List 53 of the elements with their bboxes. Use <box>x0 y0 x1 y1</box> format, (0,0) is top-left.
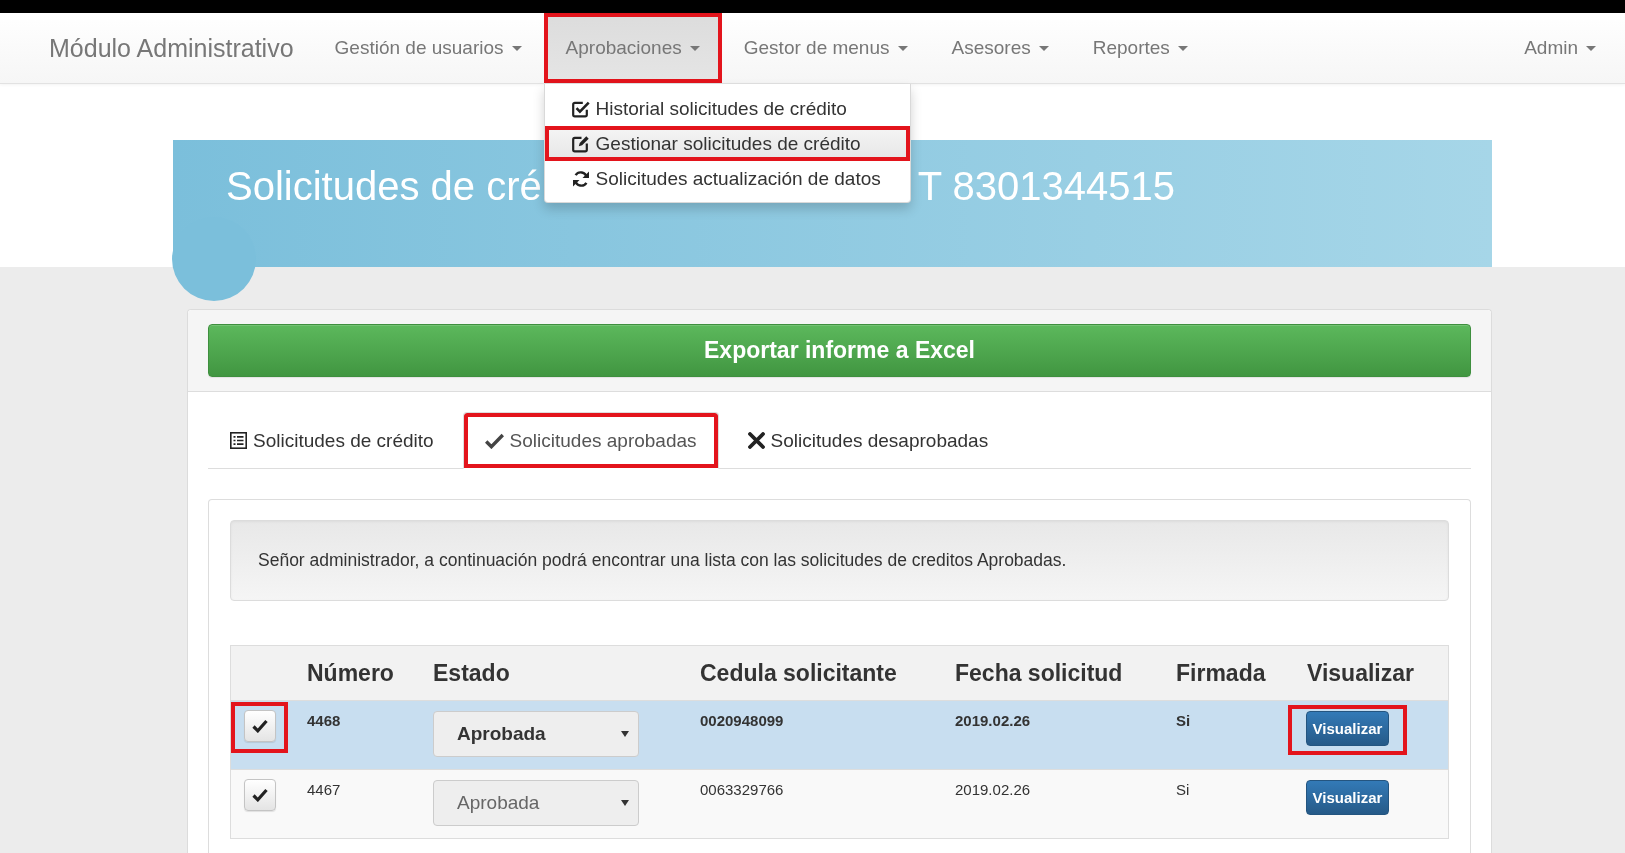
table-cell-text: 2019.02.26 <box>955 780 1032 799</box>
table-cell-text: 2019.02.26 <box>955 711 1032 730</box>
caret-icon <box>689 45 700 51</box>
nav-menu-item[interactable]: Gestor de menus <box>721 13 930 83</box>
caret-icon <box>621 800 629 806</box>
nav-menu-item[interactable]: Asesores <box>929 13 1071 83</box>
nav-menu-item[interactable]: Aprobaciones <box>543 13 722 83</box>
tab[interactable]: Solicitudes desaprobadas <box>725 412 1011 469</box>
table-cell-text: Si <box>1176 780 1191 799</box>
check-icon <box>252 788 268 802</box>
refresh-icon <box>571 169 590 188</box>
cross-icon <box>747 432 765 449</box>
column-header: Fecha solicitud <box>955 659 1124 687</box>
table-cell-text: 0020948099 <box>700 711 785 730</box>
view-button[interactable]: Visualizar <box>1306 711 1389 746</box>
check-icon <box>484 432 504 449</box>
check-square-icon <box>571 99 590 118</box>
table-cell-text: 4467 <box>307 780 342 799</box>
table-cell-text: 0063329766 <box>700 780 785 799</box>
dropdown-item[interactable]: Solicitudes actualización de datos <box>544 161 910 196</box>
caret-icon <box>1586 45 1596 51</box>
info-message: Señor administrador, a continuación podrá encontrar una lista con las solicitudes de creditos Aprobadas. <box>230 520 1449 601</box>
caret-icon <box>511 45 522 51</box>
table-cell-text: 4468 <box>307 711 342 730</box>
brand-link[interactable]: Módulo Administrativo <box>49 33 294 63</box>
checkbox[interactable] <box>244 710 276 742</box>
page-title: Solicitudes de cré <box>226 163 542 210</box>
check-icon <box>252 719 268 733</box>
tab[interactable]: Solicitudes de crédito <box>208 412 456 469</box>
status-select[interactable]: Aprobada <box>433 711 639 757</box>
page-title: T 8301344515 <box>917 163 1176 210</box>
nav-menu-item[interactable]: Gestión de usuarios <box>312 13 544 83</box>
user-menu[interactable]: Admin <box>1502 13 1618 83</box>
column-header: Estado <box>433 659 511 687</box>
export-button[interactable]: Exportar informe a Excel <box>208 324 1471 377</box>
column-header: Firmada <box>1176 659 1267 687</box>
tab[interactable]: Solicitudes aprobadas <box>462 412 719 469</box>
view-button[interactable]: Visualizar <box>1306 780 1389 815</box>
column-header: Número <box>307 659 395 687</box>
column-header: Visualizar <box>1306 659 1415 687</box>
caret-icon <box>1177 45 1188 51</box>
dropdown-item[interactable]: Gestionar solicitudes de crédito <box>544 126 910 161</box>
caret-icon <box>897 45 908 51</box>
caret-icon <box>621 731 629 737</box>
column-header: Cedula solicitante <box>700 659 898 687</box>
caret-icon <box>1038 45 1049 51</box>
status-select[interactable]: Aprobada <box>433 780 639 826</box>
list-icon <box>230 432 247 449</box>
checkbox[interactable] <box>244 779 276 811</box>
table-cell-text: Si <box>1176 711 1192 730</box>
dropdown-item[interactable]: Historial solicitudes de crédito <box>544 91 910 126</box>
edit-icon <box>571 134 590 153</box>
nav-menu-item[interactable]: Reportes <box>1070 13 1210 83</box>
